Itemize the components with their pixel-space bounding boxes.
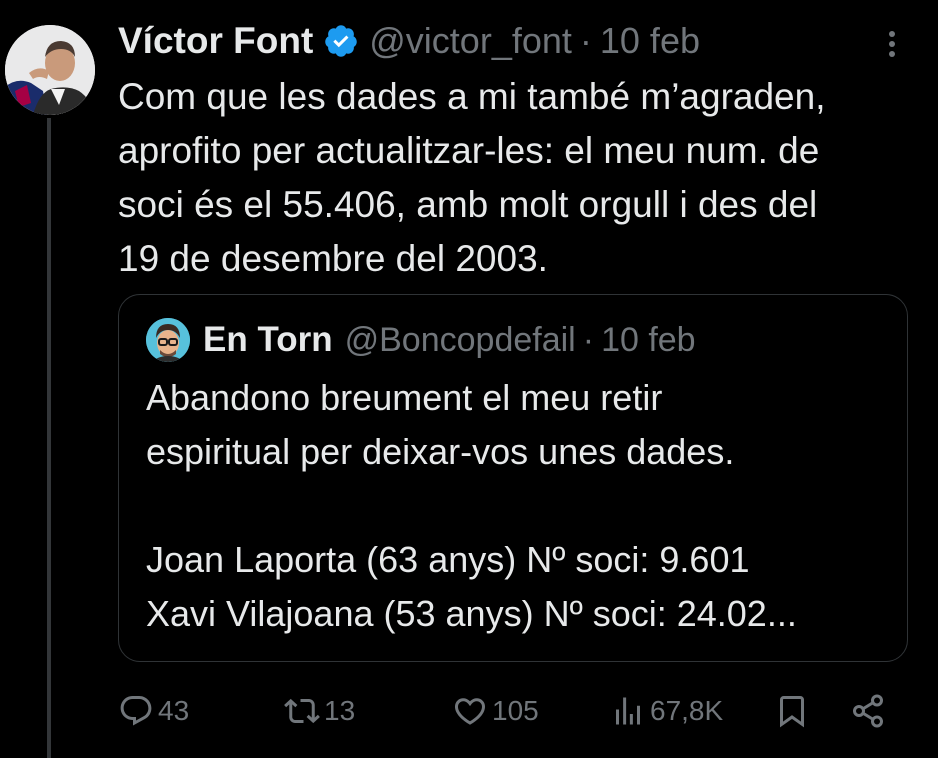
retweet-icon bbox=[284, 698, 320, 724]
heart-icon bbox=[454, 698, 486, 725]
tweet-text-line: aprofito per actualitzar-les: el meu num… bbox=[118, 130, 820, 171]
share-button[interactable] bbox=[850, 688, 886, 734]
quoted-tweet-header: En Torn @Boncopdefail · 10 feb bbox=[146, 317, 696, 363]
action-bar: 43 13 105 67,8K bbox=[118, 688, 898, 734]
tweet-date[interactable]: 10 feb bbox=[600, 20, 700, 62]
share-icon bbox=[853, 694, 883, 728]
separator-dot: · bbox=[579, 20, 592, 61]
tweet-text-line: Com que les dades a mi també m’agraden, bbox=[118, 76, 826, 117]
reply-count: 43 bbox=[158, 695, 190, 726]
separator-dot: · bbox=[582, 320, 595, 359]
retweet-button[interactable]: 13 bbox=[284, 688, 355, 734]
avatar-photo bbox=[5, 25, 95, 115]
quoted-author-avatar bbox=[146, 318, 190, 362]
quoted-author-name: En Torn bbox=[203, 320, 333, 359]
quoted-tweet-text: Abandono breument el meu retir espiritua… bbox=[146, 371, 896, 641]
views-icon bbox=[616, 697, 640, 725]
author-avatar[interactable] bbox=[5, 25, 95, 115]
bookmark-icon bbox=[780, 696, 804, 728]
views-count: 67,8K bbox=[650, 695, 724, 726]
tweet-text-line: soci és el 55.406, amb molt orgull i des… bbox=[118, 184, 818, 225]
quoted-text-line: espiritual per deixar-vos unes dades. bbox=[146, 431, 735, 472]
reply-button[interactable]: 43 bbox=[118, 688, 189, 734]
quoted-tweet-date: 10 feb bbox=[601, 320, 696, 359]
thread-line bbox=[47, 118, 51, 758]
author-handle[interactable]: @victor_font bbox=[369, 20, 572, 62]
tweet-header: Víctor Font @victor_font · 10 feb bbox=[118, 18, 700, 64]
more-vertical-icon[interactable] bbox=[874, 26, 910, 62]
quoted-text-line: Xavi Vilajoana (53 anys) Nº soci: 24.02.… bbox=[146, 593, 797, 634]
verified-badge-icon bbox=[323, 23, 359, 59]
tweet-text-line: 19 de desembre del 2003. bbox=[118, 238, 548, 279]
author-name[interactable]: Víctor Font bbox=[118, 20, 313, 62]
like-count: 105 bbox=[492, 695, 539, 726]
quoted-author-handle: @Boncopdefail bbox=[344, 320, 576, 359]
views-button[interactable]: 67,8K bbox=[610, 688, 723, 734]
quoted-text-line bbox=[146, 479, 896, 533]
reply-icon bbox=[120, 696, 152, 726]
quoted-tweet[interactable]: En Torn @Boncopdefail · 10 feb Abandono … bbox=[118, 294, 908, 662]
retweet-count: 13 bbox=[324, 695, 356, 726]
bookmark-button[interactable] bbox=[774, 688, 810, 734]
like-button[interactable]: 105 bbox=[452, 688, 539, 734]
tweet-text: Com que les dades a mi també m’agraden, … bbox=[118, 70, 918, 286]
quoted-text-line: Joan Laporta (63 anys) Nº soci: 9.601 bbox=[146, 539, 750, 580]
tweet[interactable]: Víctor Font @victor_font · 10 feb Com qu… bbox=[0, 0, 938, 758]
quoted-text-line: Abandono breument el meu retir bbox=[146, 377, 663, 418]
avatar-photo bbox=[146, 318, 190, 362]
